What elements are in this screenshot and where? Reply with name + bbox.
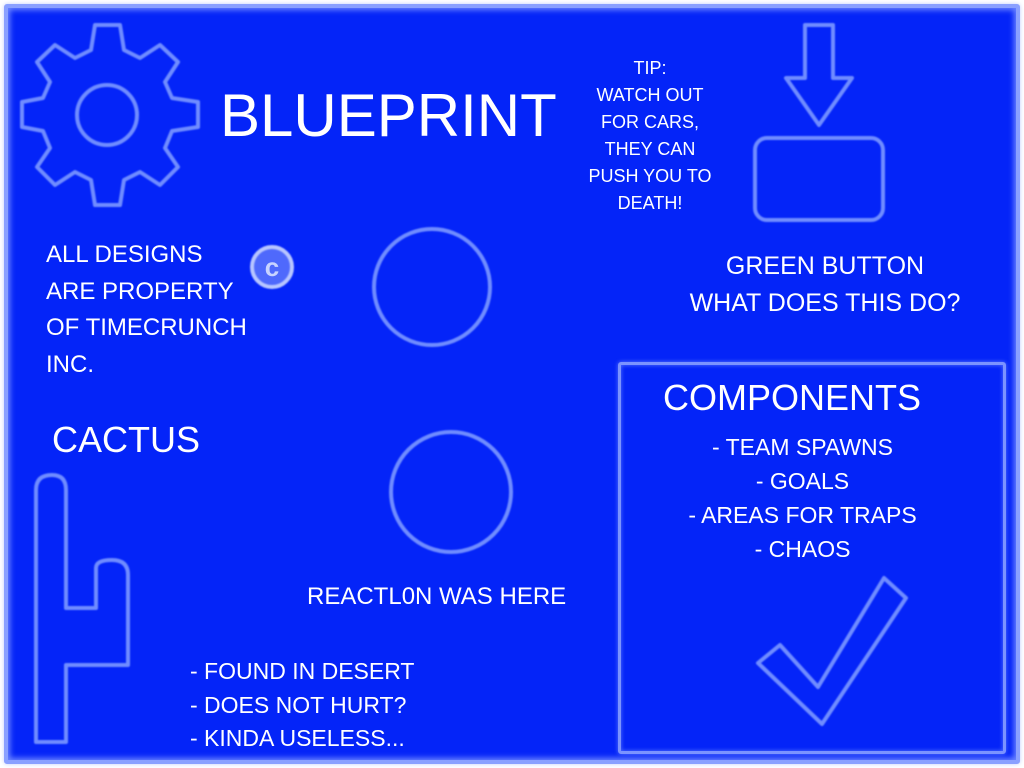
tip-line: WATCH OUT xyxy=(596,85,704,105)
button-icon xyxy=(753,136,885,222)
signature-text: REACTL0N WAS HERE xyxy=(307,583,567,610)
cactus-note: - DOES NOT HURT? xyxy=(190,691,407,718)
page-title: BLUEPRINT xyxy=(220,82,557,149)
tip-line: THEY CAN xyxy=(604,139,696,159)
gear-icon xyxy=(20,23,200,207)
svg-text:c: c xyxy=(265,252,279,282)
components-list: - TEAM SPAWNS - GOALS - AREAS FOR TRAPS … xyxy=(665,430,940,566)
component-item: - TEAM SPAWNS xyxy=(711,434,894,460)
green-button-label: GREEN BUTTON WHAT DOES THIS DO? xyxy=(670,248,980,322)
tip-line: PUSH YOU TO xyxy=(588,166,712,186)
cactus-notes: - FOUND IN DESERT - DOES NOT HURT? - KIN… xyxy=(190,655,414,756)
copyright-line: ARE PROPERTY xyxy=(46,277,234,305)
tip-line: FOR CARS, xyxy=(600,112,699,132)
components-title: COMPONENTS xyxy=(663,377,922,418)
copyright-line: ALL DESIGNS xyxy=(46,241,203,268)
component-item: - GOALS xyxy=(755,468,850,494)
arrow-down-icon xyxy=(784,23,854,127)
cactus-title: CACTUS xyxy=(52,419,201,460)
lever-diagram-icon xyxy=(278,205,555,572)
tip-line: DEATH! xyxy=(617,193,683,213)
green-button-line: WHAT DOES THIS DO? xyxy=(689,289,961,317)
copyright-icon: c xyxy=(250,245,294,289)
tip-line: TIP: xyxy=(633,58,667,78)
component-item: - CHAOS xyxy=(754,536,851,562)
copyright-notice: ALL DESIGNS ARE PROPERTY OF TIMECRUNCH I… xyxy=(46,237,247,383)
cactus-note: - FOUND IN DESERT xyxy=(190,658,415,684)
copyright-line: OF TIMECRUNCH xyxy=(46,314,247,341)
cactus-icon xyxy=(34,473,130,744)
cactus-note: - KINDA USELESS... xyxy=(190,725,405,751)
copyright-line: INC. xyxy=(46,350,94,378)
tip-text: TIP: WATCH OUT FOR CARS, THEY CAN PUSH Y… xyxy=(575,55,725,217)
green-button-line: GREEN BUTTON xyxy=(725,252,925,280)
component-item: - AREAS FOR TRAPS xyxy=(688,502,917,528)
